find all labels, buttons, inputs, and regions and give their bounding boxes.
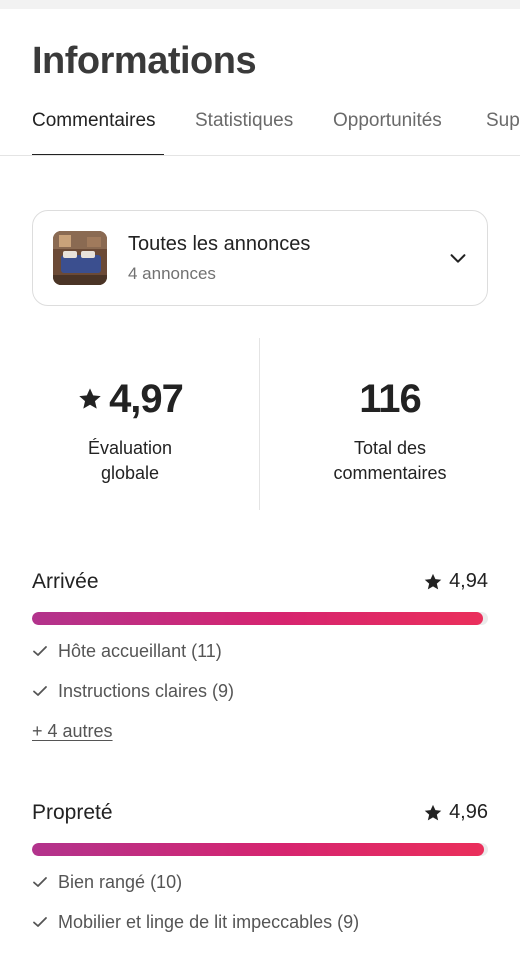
total-reviews-label: Total des xyxy=(353,438,427,458)
list-item: Bien rangé (10) xyxy=(32,862,488,902)
category-title: Arrivée xyxy=(32,570,99,593)
rating-bar-fill xyxy=(32,612,483,625)
listing-selector[interactable]: Toutes les annonces 4 annonces xyxy=(32,210,488,306)
check-icon xyxy=(33,646,47,656)
category-title: Propreté xyxy=(32,801,113,824)
show-more-link[interactable]: + 4 autres xyxy=(32,721,113,742)
category-rating: 4,94 xyxy=(423,570,488,593)
overall-rating-label: Évaluation xyxy=(87,438,173,458)
list-item-label: Mobilier et linge de lit impeccables (9) xyxy=(58,911,360,932)
rating-bar xyxy=(32,612,488,625)
star-icon xyxy=(79,388,101,409)
rating-bar-fill xyxy=(32,843,485,856)
category-checkin: Arrivée 4,94 Hôte accueillant (11) Instr… xyxy=(32,570,488,742)
list-item: Instructions claires (9) xyxy=(32,671,488,711)
listing-title: Toutes les annonces xyxy=(128,233,311,255)
review-summary: 4,97 Évaluation globale 116 Total des co… xyxy=(0,338,520,510)
chevron-down-icon[interactable] xyxy=(447,247,469,269)
category-rating-value: 4,96 xyxy=(449,801,488,823)
status-strip xyxy=(0,0,520,9)
list-item-label: Hôte accueillant (11) xyxy=(58,640,222,661)
listing-count: 4 annonces xyxy=(128,264,216,283)
list-item: Mobilier et linge de lit impeccables (9) xyxy=(32,902,488,942)
tab-statistics[interactable]: Statistiques xyxy=(195,110,293,155)
total-reviews: 116 Total des commentaires xyxy=(260,376,520,486)
tab-comments[interactable]: Commentaires xyxy=(32,110,164,155)
tab-bar: Commentaires Statistiques Opportunités S… xyxy=(0,104,520,156)
overall-rating-label-2: globale xyxy=(100,463,160,483)
listing-thumbnail xyxy=(53,231,107,285)
star-icon xyxy=(424,804,442,820)
star-icon xyxy=(424,573,442,589)
rating-bar xyxy=(32,843,488,856)
list-item-label: Bien rangé (10) xyxy=(58,871,183,892)
tab-opportunities[interactable]: Opportunités xyxy=(333,110,442,155)
category-rating-value: 4,94 xyxy=(449,570,488,592)
category-rating: 4,96 xyxy=(423,801,488,824)
list-item-label: Instructions claires (9) xyxy=(58,680,235,701)
total-reviews-value: 116 xyxy=(359,376,422,421)
overall-rating: 4,97 Évaluation globale xyxy=(0,376,260,486)
list-item: Hôte accueillant (11) xyxy=(32,631,488,671)
total-reviews-label-2: commentaires xyxy=(333,463,447,483)
check-icon xyxy=(33,877,47,887)
check-icon xyxy=(33,917,47,927)
tab-more-truncated[interactable]: Sup xyxy=(486,110,520,155)
page-title: Informations xyxy=(32,40,257,82)
category-cleanliness: Propreté 4,96 Bien rangé (10) Mobilier e… xyxy=(32,801,488,942)
overall-rating-value: 4,97 xyxy=(109,376,184,421)
check-icon xyxy=(33,686,47,696)
